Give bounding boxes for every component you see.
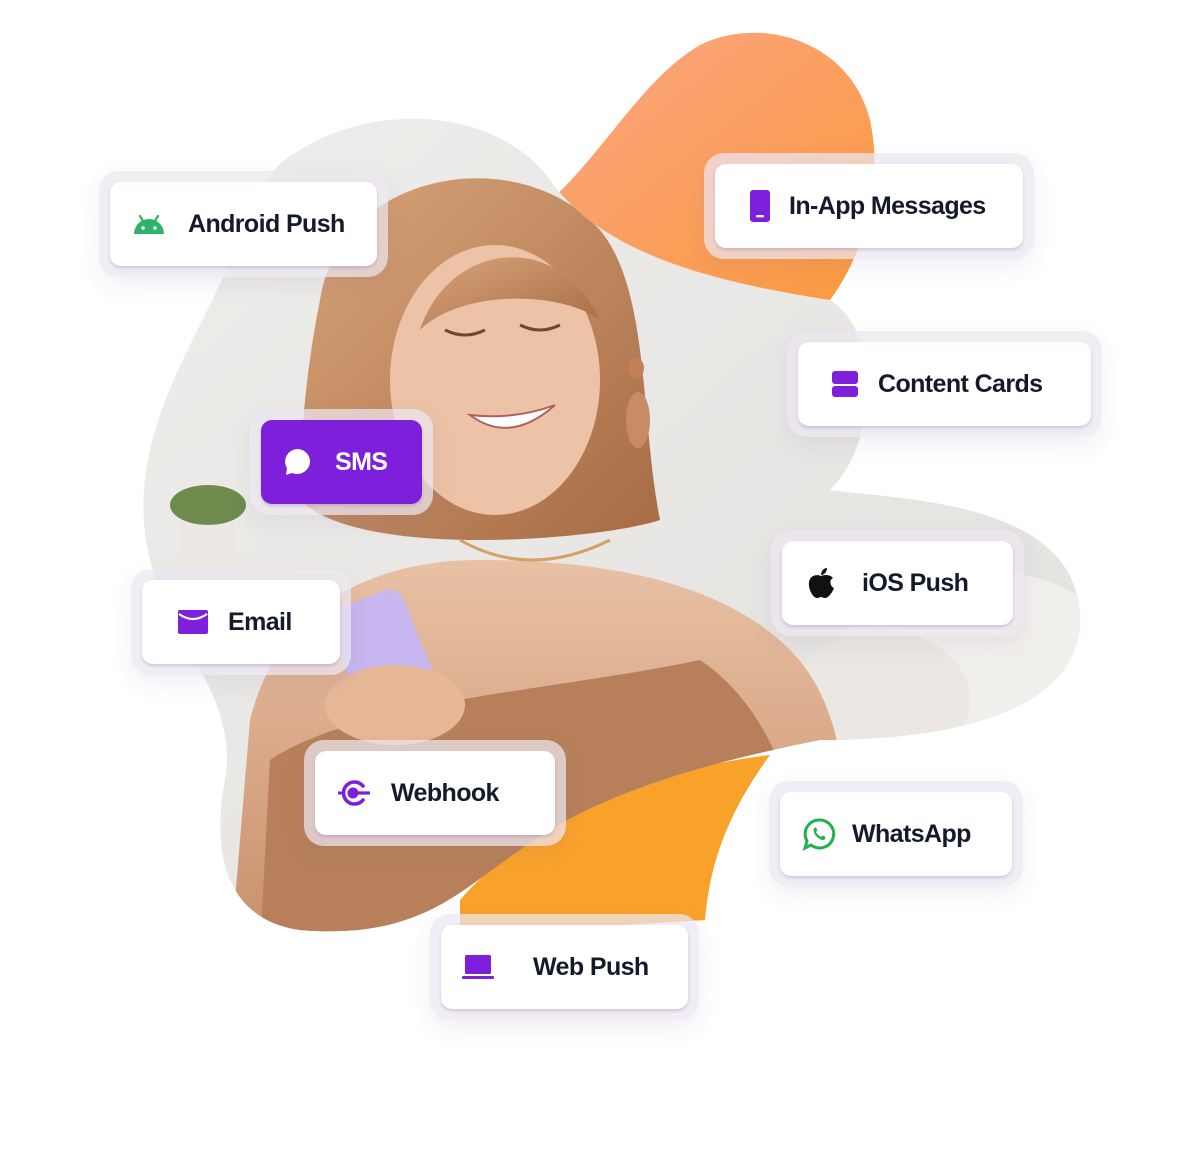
channel-label: iOS Push <box>862 568 969 597</box>
content-cards-icon <box>832 367 858 401</box>
channel-card-webhook: Webhook <box>304 740 566 846</box>
apple-icon <box>804 566 838 600</box>
whatsapp-icon <box>802 817 836 851</box>
channel-card-android-push: Android Push <box>99 171 388 277</box>
channel-button-android-push[interactable]: Android Push <box>110 182 377 266</box>
channel-card-sms: SMS <box>250 409 433 515</box>
channel-label: Content Cards <box>878 369 1043 398</box>
channel-label: SMS <box>335 447 388 476</box>
channel-label: Web Push <box>533 952 649 981</box>
channel-button-whatsapp[interactable]: WhatsApp <box>780 792 1012 876</box>
channel-button-ios-push[interactable]: iOS Push <box>782 541 1013 625</box>
channel-card-ios-push: iOS Push <box>771 530 1024 636</box>
channel-button-web-push[interactable]: Web Push <box>441 925 688 1009</box>
webhook-icon <box>337 776 371 810</box>
mobile-phone-icon <box>749 189 771 223</box>
channel-card-in-app-messages: In-App Messages <box>704 153 1034 259</box>
chat-bubble-icon <box>281 445 315 479</box>
envelope-icon <box>178 605 208 639</box>
channel-button-content-cards[interactable]: Content Cards <box>798 342 1091 426</box>
channel-label: In-App Messages <box>789 191 986 220</box>
channel-label: Android Push <box>188 209 345 238</box>
channel-button-email[interactable]: Email <box>142 580 340 664</box>
channel-card-web-push: Web Push <box>430 914 699 1020</box>
channel-card-email: Email <box>131 569 351 675</box>
channel-card-content-cards: Content Cards <box>787 331 1102 437</box>
channels-illustration: Android Push In-App Messages Content Car… <box>0 0 1200 1157</box>
channel-card-whatsapp: WhatsApp <box>769 781 1023 887</box>
channel-button-in-app-messages[interactable]: In-App Messages <box>715 164 1023 248</box>
channel-button-sms[interactable]: SMS <box>261 420 422 504</box>
channel-label: WhatsApp <box>852 819 971 848</box>
channel-label: Email <box>228 607 292 636</box>
channel-label: Webhook <box>391 778 499 807</box>
laptop-icon <box>461 950 495 984</box>
android-icon <box>132 207 166 241</box>
channel-button-webhook[interactable]: Webhook <box>315 751 555 835</box>
